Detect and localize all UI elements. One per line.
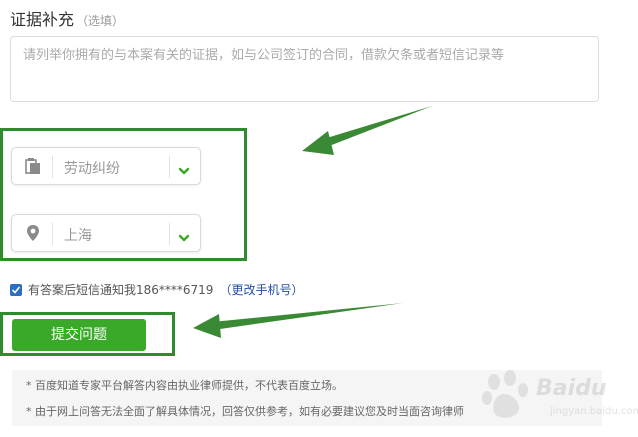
arrow-to-submit bbox=[193, 303, 403, 338]
watermark-brand: Baidu bbox=[536, 376, 607, 401]
baidu-watermark: Baidu jingyan.baidu.com bbox=[478, 368, 638, 430]
paw-logo-icon bbox=[482, 370, 528, 418]
watermark-sub: jingyan.baidu.com bbox=[550, 406, 638, 417]
arrow-to-selects bbox=[302, 106, 432, 155]
